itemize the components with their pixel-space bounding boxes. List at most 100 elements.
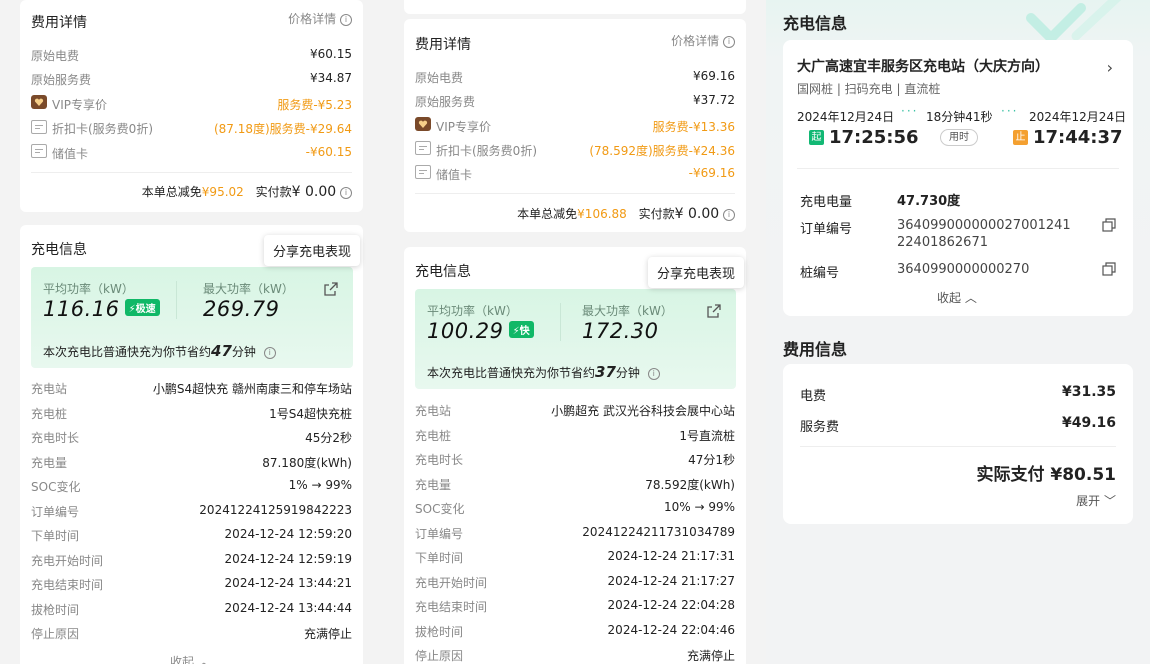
fee-value: 服务费-¥13.36 <box>652 120 735 134</box>
charge-info-title: 充电信息 <box>31 242 87 258</box>
paid-label: 实付款 <box>638 207 675 221</box>
progress-dots-icon: ··· <box>1001 104 1019 118</box>
total-discount-label: 本单总减免 <box>517 207 578 221</box>
fee-label: 储值卡 <box>52 147 89 161</box>
share-tooltip[interactable]: 分享充电表现 <box>264 235 361 266</box>
fee-value: 服务费-¥5.23 <box>277 98 352 112</box>
detail-label: 充电桩 <box>31 407 68 421</box>
total-value: ¥80.51 <box>1050 465 1116 485</box>
detail-label: 充电时长 <box>31 431 80 445</box>
collapse-button[interactable]: 收起 ︿ <box>937 289 977 306</box>
expand-label: 展开 <box>1076 494 1101 508</box>
avg-power-label: 平均功率（kW） <box>427 304 518 318</box>
total-paid: 实际支付 ¥80.51 <box>976 460 1116 485</box>
copy-icon[interactable] <box>1102 261 1116 280</box>
vip-icon <box>31 95 47 109</box>
total-discount-value: ¥95.02 <box>201 185 244 199</box>
saving-suffix: 分钟 <box>615 366 640 380</box>
expand-button[interactable]: 展开 ﹀ <box>1076 492 1116 509</box>
info-icon[interactable]: i <box>340 186 352 199</box>
share-icon[interactable] <box>323 281 339 301</box>
detail-value: 充满停止 <box>686 649 735 663</box>
detail-value: 2024-12-24 12:59:19 <box>224 552 352 566</box>
saving-text: 本次充电比普通快充为你节省约47分钟 i <box>43 342 276 360</box>
detail-label: 充电站 <box>415 404 452 418</box>
detail-label: 下单时间 <box>415 551 464 565</box>
end-date: 2024年12月24日 <box>1029 110 1127 124</box>
detail-label: 充电量 <box>415 478 452 492</box>
fee-value: -¥69.16 <box>688 166 735 180</box>
progress-dots-icon: ··· <box>901 104 919 118</box>
divider <box>176 281 177 319</box>
divider <box>415 193 735 194</box>
divider <box>560 303 561 341</box>
detail-label: 订单编号 <box>415 527 464 541</box>
pile-no-label: 桩编号 <box>800 266 840 281</box>
paid-value: ¥ 0.00 <box>674 206 720 222</box>
detail-label: 充电结束时间 <box>31 578 104 592</box>
fee-value: ¥60.15 <box>310 47 352 61</box>
detail-value: 2024-12-24 22:04:46 <box>607 623 735 637</box>
avg-power-label: 平均功率（kW） <box>43 282 134 296</box>
price-details-link[interactable]: 价格详情 i <box>671 32 735 49</box>
fee-details-title: 费用详情 <box>415 37 471 53</box>
info-icon[interactable]: i <box>723 208 735 221</box>
detail-value: 2024-12-24 13:44:21 <box>224 576 352 590</box>
detail-label: 充电时长 <box>415 453 464 467</box>
energy-value: 47.730度 <box>897 194 961 209</box>
collapse-button[interactable]: 收起 ︿ <box>170 653 210 664</box>
detail-label: 充电结束时间 <box>415 600 488 614</box>
share-icon[interactable] <box>706 303 722 323</box>
total-summary: 本单总减免¥106.88 实付款¥ 0.00 i <box>517 205 735 222</box>
service-fee-value: ¥49.16 <box>1061 415 1116 431</box>
info-icon[interactable]: i <box>263 346 276 359</box>
max-power-value: 172.30 <box>582 319 659 343</box>
total-summary: 本单总减免¥95.02 实付款¥ 0.00 i <box>142 183 352 200</box>
energy-label: 充电电量 <box>800 195 853 210</box>
fee-info-title: 费用信息 <box>783 340 848 359</box>
info-icon: i <box>723 35 735 48</box>
power-summary-box: 平均功率（kW） 100.29 ⚡快 最大功率（kW） 172.30 本次充电比… <box>415 289 736 389</box>
station-name[interactable]: 大广高速宜丰服务区充电站（大庆方向） <box>797 56 1049 76</box>
detail-label: 充电量 <box>31 456 68 470</box>
charge-info-title: 充电信息 <box>415 264 471 280</box>
speed-badge: ⚡快 <box>508 321 534 338</box>
collapse-label: 收起 <box>937 291 962 305</box>
price-details-link[interactable]: 价格详情 i <box>288 10 352 27</box>
detail-value: 2024-12-24 22:04:28 <box>607 598 735 612</box>
collapse-label: 收起 <box>170 655 195 664</box>
saving-suffix: 分钟 <box>231 345 256 359</box>
station-tags: 国网桩 | 扫码充电 | 直流桩 <box>797 82 941 96</box>
detail-label: 订单编号 <box>31 505 80 519</box>
chevron-right-icon[interactable]: › <box>1107 58 1113 77</box>
fee-info-card: 电费 ¥31.35 服务费 ¥49.16 实际支付 ¥80.51 展开 ﹀ <box>783 364 1133 524</box>
power-summary-box: 平均功率（kW） 116.16 ⚡极速 最大功率（kW） 269.79 本次充电… <box>31 267 353 368</box>
end-badge: 止 <box>1013 130 1028 145</box>
copy-icon[interactable] <box>1102 217 1116 236</box>
avg-power-row: 100.29 ⚡快 <box>427 319 534 343</box>
total-discount-label: 本单总减免 <box>141 185 202 199</box>
duration: 18分钟41秒 <box>926 110 993 124</box>
paid-label: 实付款 <box>255 185 292 199</box>
saving-minutes: 37 <box>595 363 616 381</box>
paid-value: ¥ 0.00 <box>291 184 337 200</box>
share-tooltip[interactable]: 分享充电表现 <box>648 257 745 288</box>
detail-value: 充满停止 <box>303 627 352 641</box>
fee-value: -¥60.15 <box>305 145 352 159</box>
detail-label: 拔枪时间 <box>31 603 80 617</box>
charge-info-card: 充电信息 平均功率（kW） 116.16 ⚡极速 最大功率（kW） 269.79… <box>20 225 363 664</box>
discount-card-icon <box>415 141 431 155</box>
detail-value: 87.180度(kWh) <box>262 456 352 470</box>
order-panel-3: 充电信息 大广高速宜丰服务区充电站（大庆方向） › 国网桩 | 扫码充电 | 直… <box>766 0 1150 664</box>
detail-value: 10% → 99% <box>663 500 735 514</box>
saving-minutes: 47 <box>211 342 232 360</box>
speed-badge-label: 快 <box>519 326 530 337</box>
discount-card-icon <box>31 120 47 134</box>
detail-value: 2024-12-24 13:44:44 <box>224 601 352 615</box>
info-icon: i <box>340 13 352 26</box>
divider <box>31 172 352 173</box>
detail-value: 小鹏超充 武汉光谷科技会展中心站 <box>551 404 735 418</box>
info-icon[interactable]: i <box>647 367 660 380</box>
total-discount-value: ¥106.88 <box>577 207 627 221</box>
detail-label: 充电开始时间 <box>31 554 104 568</box>
